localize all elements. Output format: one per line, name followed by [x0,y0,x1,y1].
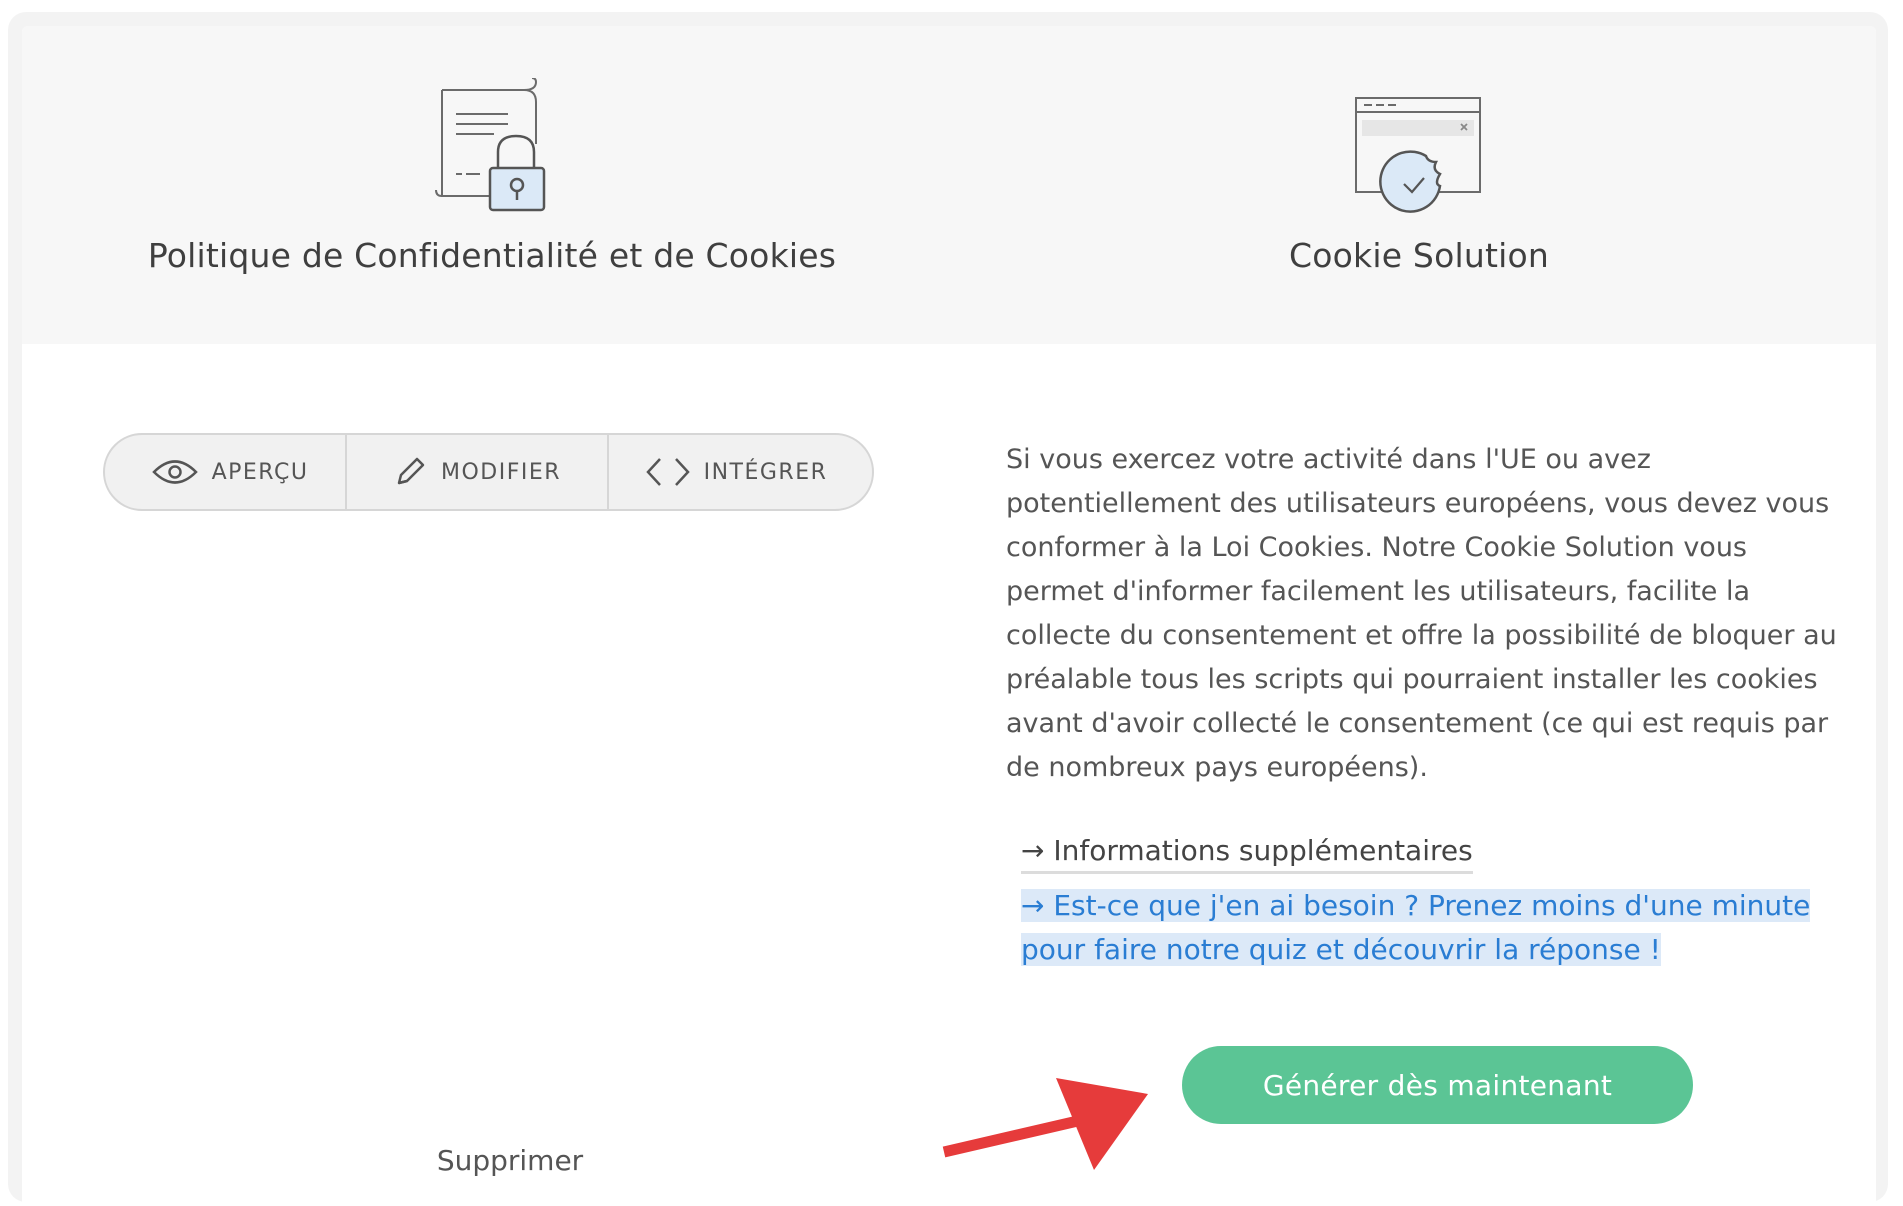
pencil-icon [393,455,427,489]
cookie-solution-title: Cookie Solution [1289,236,1549,275]
cookie-banner-icon [1354,96,1484,220]
cookie-solution-description: Si vous exercez votre activité dans l'UE… [1006,444,1837,783]
privacy-policy-column-header: Politique de Confidentialité et de Cooki… [22,26,962,344]
tab-embed-label: INTÉGRER [703,459,828,485]
product-card: Politique de Confidentialité et de Cooki… [22,26,1876,1206]
more-info-link[interactable]: → Informations supplémentaires [1021,831,1473,874]
generate-now-button[interactable]: Générer dès maintenant [1182,1046,1693,1124]
tab-edit[interactable]: MODIFIER [345,435,607,509]
card-header: Politique de Confidentialité et de Cooki… [22,26,1876,344]
document-lock-icon [432,77,552,222]
eye-icon [151,457,198,487]
cookie-solution-column-header: Cookie Solution [962,26,1876,344]
tab-edit-label: MODIFIER [440,459,562,485]
delete-link[interactable]: Supprimer [410,1144,610,1177]
tab-preview-label: APERÇU [211,459,309,485]
quiz-link[interactable]: → Est-ce que j'en ai besoin ? Prenez moi… [1021,884,1841,972]
view-mode-segmented-control: APERÇU MODIFIER INTÉGRER [103,433,874,511]
info-links: → Informations supplémentaires → Est-ce … [1021,829,1841,972]
tab-preview[interactable]: APERÇU [105,435,345,509]
annotation-arrow-icon [942,1066,1162,1180]
tab-embed[interactable]: INTÉGRER [607,435,872,509]
quiz-link-text: → Est-ce que j'en ai besoin ? Prenez moi… [1021,889,1811,966]
code-icon [645,456,690,488]
privacy-policy-title: Politique de Confidentialité et de Cooki… [147,236,837,275]
outer-frame: Politique de Confidentialité et de Cooki… [8,12,1888,1206]
